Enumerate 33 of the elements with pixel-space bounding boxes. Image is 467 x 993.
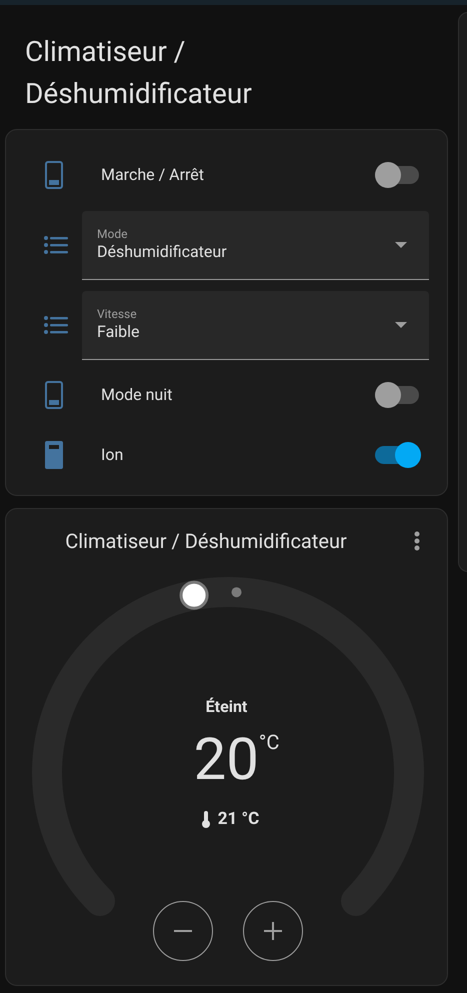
select-field[interactable]: Mode Déshumidificateur	[82, 210, 429, 280]
card-title: Climatiseur / Déshumidificateur	[64, 528, 348, 555]
toggle-switch[interactable]	[375, 382, 421, 408]
target-temperature: 20	[194, 725, 259, 795]
current-temperature-marker	[232, 587, 242, 598]
page-title: Climatiseur / Déshumidificateur	[24, 34, 253, 112]
entity-label: Mode nuit	[101, 384, 174, 406]
dial-handle[interactable]	[180, 580, 209, 610]
plus-icon	[264, 922, 282, 940]
device-icon	[45, 381, 63, 409]
current-temperature: 21 °C	[218, 808, 260, 831]
field-value: Faible	[97, 320, 141, 342]
toggle-switch[interactable]	[375, 442, 421, 468]
select-field[interactable]: Vitesse Faible	[82, 290, 429, 360]
field-label: Vitesse	[97, 306, 138, 320]
more-options-icon[interactable]	[414, 531, 420, 551]
increase-button[interactable]	[243, 901, 303, 961]
field-label: Mode	[97, 226, 128, 240]
dropdown-caret-icon	[395, 322, 407, 328]
decrease-button[interactable]	[153, 901, 213, 961]
list-icon	[44, 316, 68, 334]
list-icon	[44, 236, 68, 254]
device-icon	[45, 441, 63, 469]
minus-icon	[174, 930, 192, 932]
thermometer-icon	[202, 811, 210, 828]
hvac-state: Éteint	[206, 696, 248, 718]
device-icon	[45, 161, 63, 189]
field-value: Déshumidificateur	[97, 240, 228, 262]
dropdown-caret-icon	[395, 242, 407, 248]
entity-label: Ion	[101, 444, 124, 466]
toggle-switch[interactable]	[375, 162, 421, 188]
temperature-unit: °C	[258, 729, 280, 756]
entity-label: Marche / Arrêt	[101, 164, 206, 186]
